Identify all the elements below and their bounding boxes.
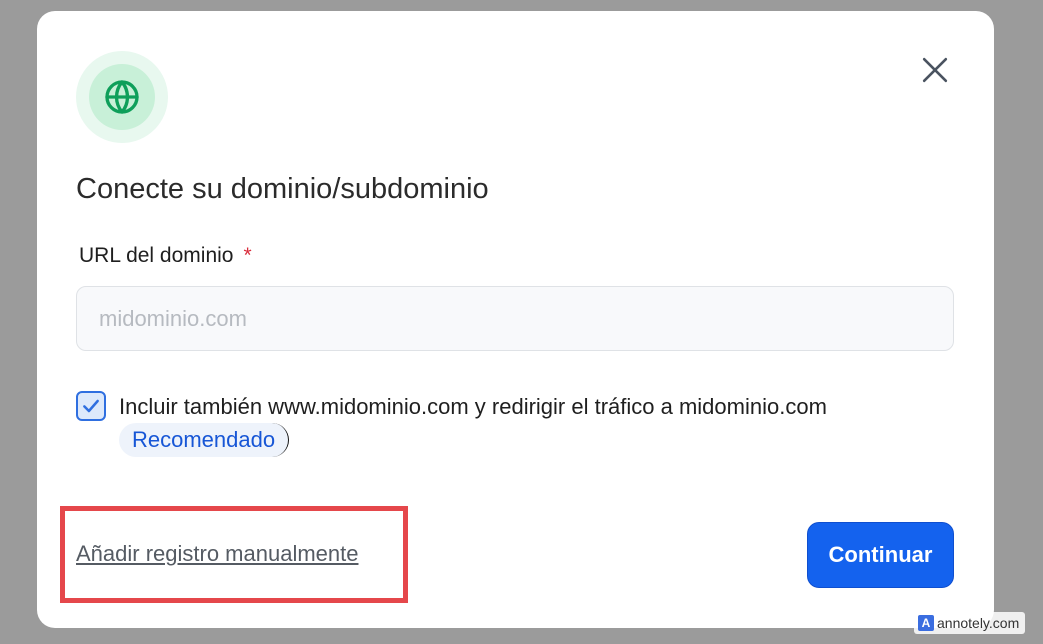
- required-marker: *: [243, 244, 252, 267]
- annotely-logo: A: [918, 615, 934, 631]
- dialog-title: Conecte su dominio/subdominio: [76, 173, 489, 205]
- domain-url-input[interactable]: [76, 286, 954, 351]
- connect-domain-dialog: Conecte su dominio/subdominio URL del do…: [37, 11, 994, 628]
- watermark-text: annotely.com: [937, 615, 1020, 631]
- globe-icon-circle: [89, 64, 155, 130]
- globe-icon: [105, 80, 139, 114]
- include-www-checkbox[interactable]: [76, 391, 106, 421]
- globe-icon-container: [76, 51, 168, 143]
- close-icon: [922, 57, 948, 83]
- include-www-label[interactable]: Incluir también www.midominio.com y redi…: [119, 394, 827, 420]
- url-field-label: URL del dominio *: [79, 244, 252, 268]
- modal-overlay: Conecte su dominio/subdominio URL del do…: [0, 0, 1043, 644]
- recommended-badge: Recomendado: [119, 423, 290, 457]
- url-label-text: URL del dominio: [79, 244, 234, 267]
- annotely-watermark: A annotely.com: [914, 612, 1026, 634]
- close-button[interactable]: [920, 55, 950, 85]
- continue-button[interactable]: Continuar: [807, 522, 954, 588]
- checkmark-icon: [83, 399, 99, 413]
- add-record-manually-link[interactable]: Añadir registro manualmente: [76, 541, 358, 567]
